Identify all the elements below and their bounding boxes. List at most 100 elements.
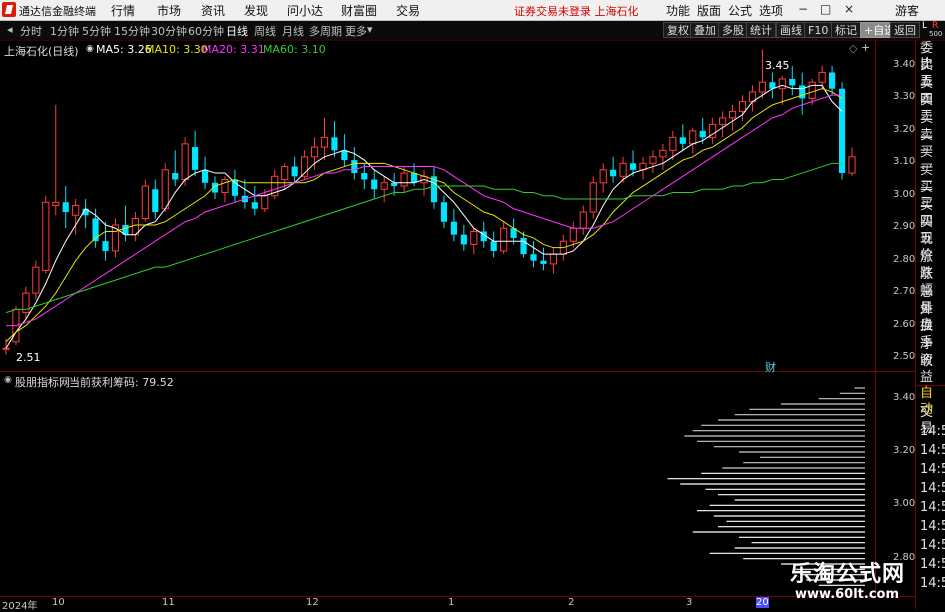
back-button[interactable]: 返回 [890, 22, 920, 38]
login-alert[interactable]: 证券交易未登录 上海石化 [514, 3, 639, 19]
side-field-label[interactable]: 收益 [920, 354, 945, 386]
f10-button[interactable]: F10 [804, 22, 833, 38]
candle-body [540, 260, 547, 264]
date-tick: 10 [52, 597, 65, 608]
app-title: 通达信金融终端 [19, 5, 96, 18]
menu-function[interactable]: 功能 [666, 2, 690, 19]
corner-num: 500 [929, 30, 943, 38]
candle-body [351, 160, 358, 174]
low-annotation: 2.51 [16, 351, 41, 364]
tab-60min[interactable]: 60分钟 [188, 23, 224, 39]
candle-body [738, 101, 747, 112]
candle-body [619, 162, 627, 177]
lower-price-tick: 3.40 [893, 391, 916, 403]
tab-more[interactable]: 更多 [345, 23, 367, 39]
date-tick: 2024年 [2, 601, 38, 612]
menu-item-quotes[interactable]: 行情 [111, 2, 135, 19]
candle-body [172, 173, 179, 180]
menu-item-ask[interactable]: 问小达 [287, 2, 323, 19]
candle-body [141, 185, 149, 219]
candle-body [102, 241, 109, 251]
side-trade-item[interactable]: 14:56 [920, 443, 945, 459]
candlestick-chart[interactable] [0, 40, 875, 371]
side-trade-item[interactable]: 14:56 [920, 557, 945, 573]
date-tick: 12 [306, 597, 319, 608]
date-tick: 1 [448, 597, 455, 608]
app-logo-icon [2, 2, 16, 17]
candle-body [569, 227, 577, 242]
tab-intraday[interactable]: 分时 [20, 23, 42, 39]
price-tick: 2.90 [893, 221, 916, 233]
candle-body [699, 130, 706, 138]
candle-body [152, 189, 159, 212]
menu-options[interactable]: 选项 [759, 2, 783, 19]
tab-monthly[interactable]: 月线 [282, 23, 304, 39]
mark-button[interactable]: 标记 [831, 22, 861, 38]
lower-price-tick: 3.20 [893, 445, 916, 456]
minimize-icon[interactable]: − [798, 2, 808, 16]
multi-stock-button[interactable]: 多股 [718, 22, 748, 38]
candle-body [371, 179, 378, 190]
candle-body [829, 72, 836, 89]
side-trade-item[interactable]: 14:56 [920, 481, 945, 497]
candle-body [291, 166, 298, 177]
candle-body [361, 173, 368, 180]
candle-body [719, 117, 727, 125]
candle-body [42, 201, 50, 271]
candle-body [181, 143, 189, 181]
menu-item-trade[interactable]: 交易 [396, 2, 420, 19]
more-dropdown-icon[interactable]: ▾ [367, 23, 373, 36]
side-trade-item[interactable]: 14:56 [920, 424, 945, 440]
candle-body [400, 172, 408, 187]
tab-1min[interactable]: 1分钟 [50, 23, 79, 39]
candle-body [490, 241, 497, 251]
side-trade-item[interactable]: 14:56 [920, 500, 945, 516]
candle-body [679, 137, 686, 144]
candle-body [380, 182, 388, 190]
menu-item-wealth[interactable]: 财富圈 [341, 2, 377, 19]
candle-body [460, 234, 467, 245]
candle-body [689, 130, 697, 145]
close-icon[interactable]: × [844, 2, 854, 16]
ma10-line [5, 88, 843, 343]
overlay-button[interactable]: 叠加 [690, 22, 720, 38]
tab-30min[interactable]: 30分钟 [151, 23, 187, 39]
menu-item-market[interactable]: 市场 [157, 2, 181, 19]
guest-label[interactable]: 游客 [895, 2, 919, 19]
tab-15min[interactable]: 15分钟 [114, 23, 150, 39]
candle-body [341, 150, 348, 161]
menu-formula[interactable]: 公式 [728, 2, 752, 19]
candle-body [231, 179, 239, 196]
side-trade-item[interactable]: 14:56 [920, 462, 945, 478]
candle-body [2, 347, 10, 350]
date-tick: 11 [162, 597, 175, 608]
candle-body [32, 266, 40, 294]
price-tick: 2.60 [893, 318, 916, 330]
maximize-icon[interactable]: □ [820, 2, 831, 16]
candle-body [111, 224, 120, 252]
menu-item-discover[interactable]: 发现 [244, 2, 268, 19]
adjust-button[interactable]: 复权 [663, 22, 693, 38]
side-trade-item[interactable]: 14:56 [920, 576, 945, 592]
tab-daily[interactable]: 日线 [226, 23, 248, 39]
candle-body [410, 173, 418, 183]
menu-item-news[interactable]: 资讯 [201, 2, 225, 19]
draw-line-button[interactable]: 画线 [776, 22, 806, 38]
side-trade-item[interactable]: 14:56 [920, 538, 945, 554]
stats-button[interactable]: 统计 [746, 22, 776, 38]
candle-body [470, 230, 478, 245]
candle-body [201, 169, 209, 183]
side-trade-item[interactable]: 14:56 [920, 519, 945, 535]
tab-5min[interactable]: 5分钟 [82, 23, 111, 39]
candle-body [450, 221, 457, 235]
x-axis-line [0, 596, 915, 597]
candle-body [161, 169, 169, 210]
candle-body [500, 227, 508, 252]
price-tick: 2.70 [893, 286, 916, 298]
menu-layout[interactable]: 版面 [697, 2, 721, 19]
toolbar-left-arrow-icon[interactable]: ◂ [7, 23, 13, 36]
date-tick: 2 [568, 597, 575, 608]
tab-multi-period[interactable]: 多周期 [309, 23, 342, 39]
lower-price-tick: 3.00 [893, 498, 916, 510]
tab-weekly[interactable]: 周线 [254, 23, 276, 39]
